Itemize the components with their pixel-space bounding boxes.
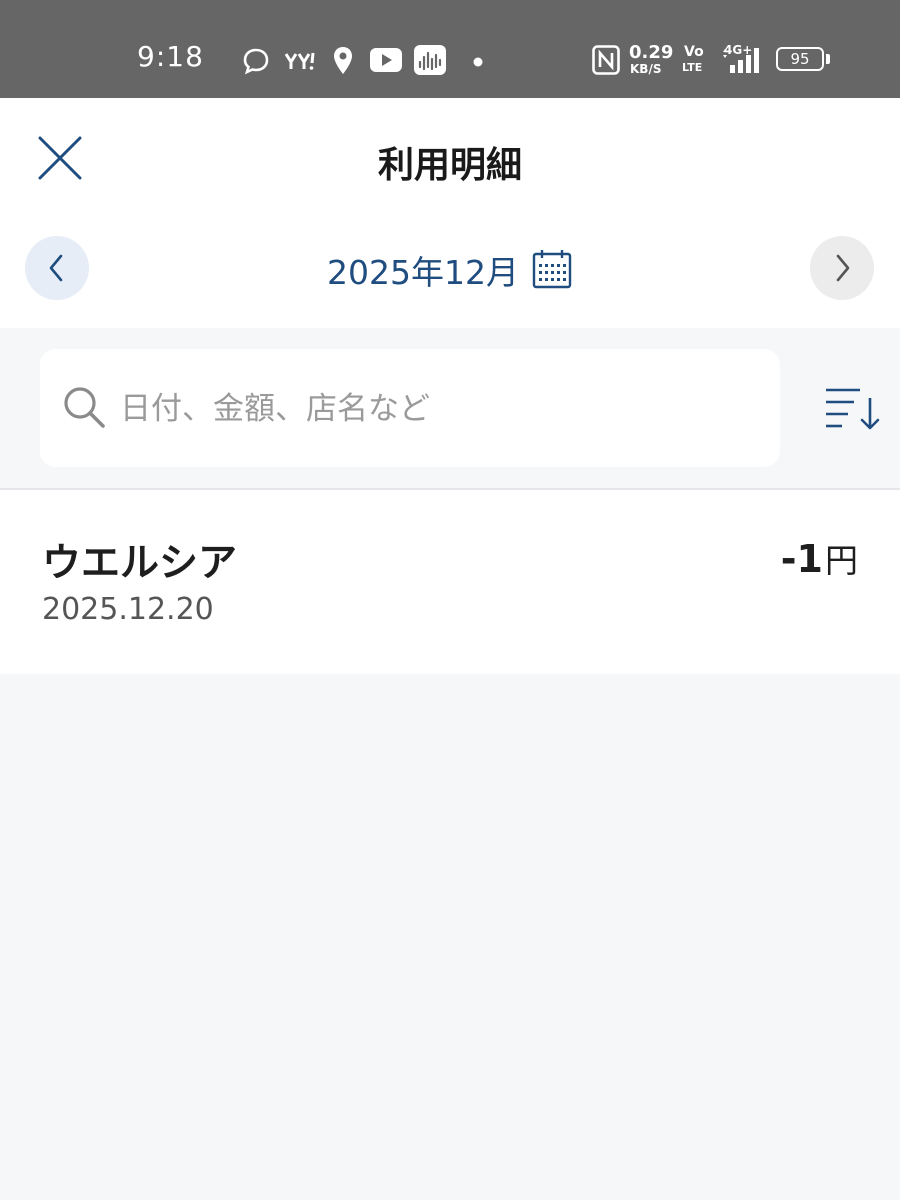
sort-button[interactable]	[824, 384, 880, 432]
transaction-row[interactable]: ウエルシア 2025.12.20 -1円	[0, 490, 900, 674]
network-speed-unit: KB/S	[630, 62, 662, 76]
network-speed-value: 0.29	[629, 42, 674, 63]
transaction-list: ウエルシア 2025.12.20 -1円	[0, 490, 900, 674]
month-selector[interactable]: 2025年12月	[0, 246, 900, 294]
battery-tip	[826, 54, 830, 64]
chat-bubble-icon	[243, 48, 269, 75]
sort-icon	[826, 388, 880, 430]
header: 利用明細 2025年12月	[0, 98, 900, 328]
status-time: 9:18	[137, 40, 204, 73]
transaction-amount: -1円	[781, 534, 858, 582]
search-icon-wrapper	[62, 385, 106, 433]
battery-indicator: 95	[776, 47, 824, 71]
next-month-button[interactable]	[810, 236, 874, 300]
search-icon	[64, 387, 105, 428]
youtube-icon	[370, 48, 402, 72]
search-area	[0, 328, 900, 488]
signal-strength-icon	[723, 48, 759, 73]
location-pin-icon	[334, 47, 352, 74]
search-input[interactable]	[118, 369, 762, 449]
chevron-right-icon	[836, 254, 850, 282]
search-box[interactable]	[40, 349, 780, 467]
nfc-icon	[592, 45, 620, 75]
current-month: 2025年12月	[327, 253, 519, 292]
amount-value: -1	[780, 537, 823, 581]
calendar-icon[interactable]	[531, 248, 573, 290]
amount-unit: 円	[825, 541, 858, 580]
yahoo-icon	[284, 52, 315, 70]
notification-dot-icon	[473, 57, 483, 67]
status-bar: 9:18 0.29 KB/S Vo LTE 4G+ 95	[0, 0, 900, 98]
volte-bottom-text: LTE	[682, 61, 703, 74]
volte-top-text: Vo	[684, 44, 704, 60]
page-title: 利用明細	[377, 145, 522, 186]
activity-app-icon	[414, 45, 446, 75]
battery-level: 95	[790, 50, 810, 68]
transaction-date: 2025.12.20	[42, 592, 214, 627]
merchant-name: ウエルシア	[42, 541, 238, 586]
